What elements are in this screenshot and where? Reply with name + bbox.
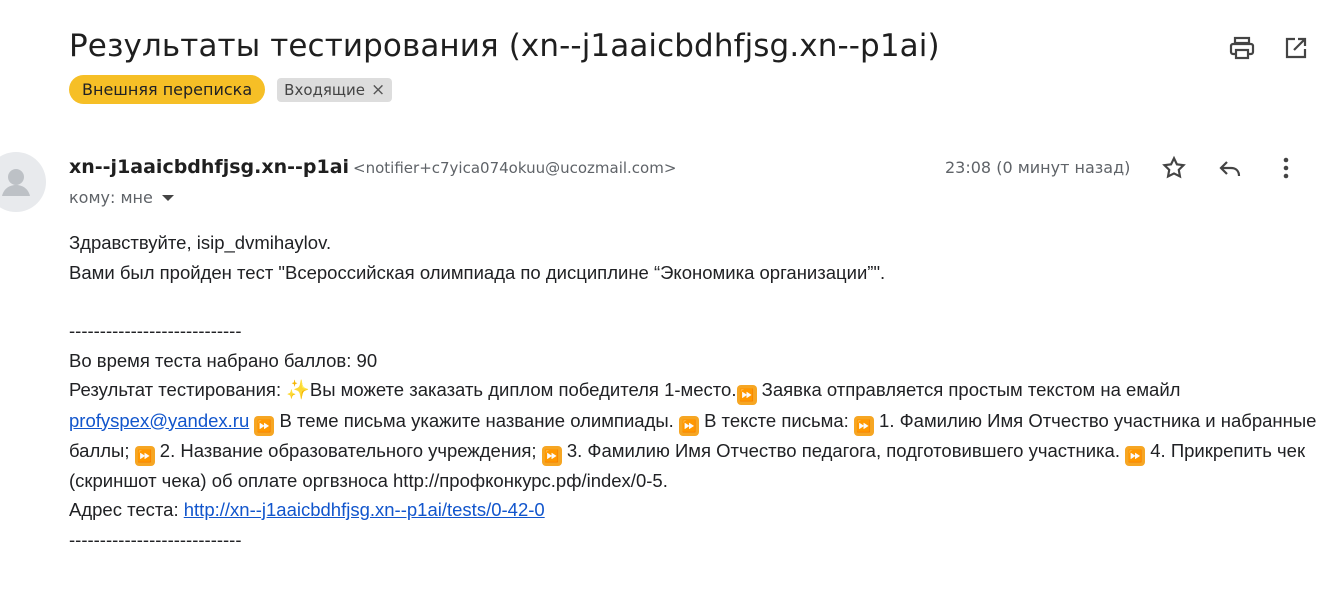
separator-bottom: ----------------------------: [69, 528, 242, 550]
greeting: Здравствуйте, isip_dvmihaylov.: [69, 232, 332, 253]
email-subject: Результаты тестирования (xn--j1aaicbdhfj…: [69, 28, 940, 64]
result-text-1: Вы можете заказать диплом победителя 1-м…: [309, 379, 737, 400]
remove-label-icon[interactable]: ×: [371, 81, 385, 98]
recipient-text: кому: мне: [69, 188, 153, 207]
intro: Вами был пройден тест "Всероссийская оли…: [69, 261, 886, 283]
test-address-link[interactable]: http://xn--j1aaicbdhfjsg.xn--p1ai/tests/…: [184, 499, 545, 520]
email-link[interactable]: profyspex@yandex.ru: [69, 410, 249, 431]
avatar-icon[interactable]: [0, 152, 46, 212]
reply-icon[interactable]: [1216, 154, 1244, 182]
recipient-line[interactable]: кому: мне: [69, 188, 175, 207]
open-in-new-icon[interactable]: [1282, 34, 1310, 62]
fast-forward-emoji: ⏩: [678, 415, 699, 436]
sparkle-emoji: ✨: [286, 380, 310, 401]
score: Во время теста набрано баллов: 90: [69, 349, 378, 371]
top-toolbar: [1228, 34, 1310, 62]
label-chips: Внешняя переписка Входящие ×: [69, 75, 393, 104]
separator-top: ----------------------------: [69, 320, 242, 341]
result-text-4: В тексте письма:: [698, 409, 854, 431]
result-text-2: Заявка отправляется простым текстом на е…: [756, 379, 1181, 400]
label-inbox-text: Входящие: [284, 80, 366, 99]
more-vert-icon[interactable]: [1272, 154, 1300, 182]
result-paragraph: Результат тестирования: ✨Вы можете заказ…: [69, 375, 1319, 495]
result-text-6: 2. Название образовательного учреждения;: [154, 439, 542, 461]
message-time: 23:08 (0 минут назад): [945, 158, 1131, 177]
address-label: Адрес теста:: [69, 499, 184, 520]
sender-line: xn--j1aaicbdhfjsg.xn--p1ai <notifier+c7yi…: [69, 156, 676, 178]
fast-forward-emoji: ⏩: [254, 415, 275, 436]
print-icon[interactable]: [1228, 34, 1256, 62]
fast-forward-emoji: ⏩: [1125, 445, 1146, 466]
fast-forward-emoji: ⏩: [736, 385, 757, 405]
message-actions: [1160, 154, 1300, 182]
label-inbox[interactable]: Входящие ×: [277, 77, 393, 102]
sender-email: <notifier+c7yica074okuu@ucozmail.com>: [353, 159, 677, 177]
fast-forward-emoji: ⏩: [853, 415, 874, 436]
star-icon[interactable]: [1160, 154, 1188, 182]
arrow-drop-down-icon[interactable]: [161, 194, 175, 202]
result-text-7: 3. Фамилию Имя Отчество педагога, подгот…: [561, 439, 1126, 461]
label-external[interactable]: Внешняя переписка: [69, 75, 266, 104]
fast-forward-emoji: ⏩: [541, 445, 562, 466]
fast-forward-emoji: ⏩: [134, 445, 155, 466]
result-prefix: Результат тестирования:: [69, 379, 287, 400]
sender-name[interactable]: xn--j1aaicbdhfjsg.xn--p1ai: [69, 156, 349, 178]
result-text-3: В теме письма укажите название олимпиады…: [274, 409, 679, 431]
test-address: Адрес теста: http://xn--j1aaicbdhfjsg.xn…: [69, 495, 1319, 525]
message-body: Здравствуйте, isip_dvmihaylov. Вами был …: [69, 228, 1319, 554]
